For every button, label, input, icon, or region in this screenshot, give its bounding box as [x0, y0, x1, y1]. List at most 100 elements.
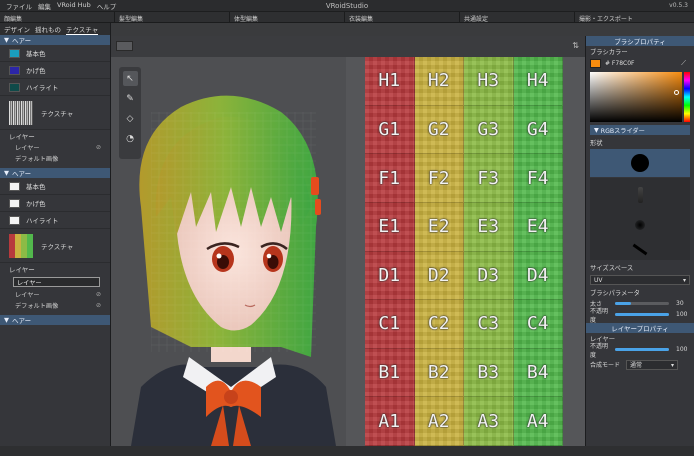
brush-color-hex[interactable]: # F78C0F: [605, 60, 634, 67]
tab-outfit[interactable]: 衣装編集: [345, 12, 460, 23]
texture-thumbnail[interactable]: [9, 233, 33, 258]
section-header-hair-3[interactable]: ▼ ヘアー: [0, 315, 110, 325]
color-row-shade[interactable]: かげ色: [0, 62, 110, 79]
texture-cell[interactable]: E2: [414, 202, 464, 252]
menu-vroid-hub[interactable]: VRoid Hub: [57, 1, 91, 11]
brush-shape-line-icon[interactable]: [632, 243, 648, 256]
section-header-hair-1[interactable]: ▼ ヘアー: [0, 35, 110, 45]
texture-cell[interactable]: F2: [414, 154, 464, 203]
menu-file[interactable]: ファイル: [6, 1, 32, 11]
blend-mode-select[interactable]: 通常 ▾: [626, 359, 679, 370]
texture-cell[interactable]: A3: [464, 397, 514, 446]
hue-slider[interactable]: [684, 72, 690, 122]
tab-hair[interactable]: 髪型編集: [115, 12, 230, 23]
color-swatch[interactable]: [9, 181, 20, 191]
color-picker[interactable]: [590, 72, 690, 122]
thickness-slider[interactable]: [615, 302, 669, 305]
fill-bucket-icon[interactable]: ◔: [123, 131, 138, 146]
color-swatch[interactable]: [9, 215, 20, 225]
eyedropper-icon[interactable]: ⟋: [681, 59, 686, 68]
texture-cell[interactable]: C4: [513, 300, 563, 349]
texture-cell[interactable]: A2: [414, 397, 464, 446]
saturation-value-area[interactable]: [590, 72, 682, 122]
texture-cell[interactable]: H3: [464, 57, 514, 106]
texture-row[interactable]: テクスチャ: [0, 229, 110, 263]
layer-item[interactable]: レイヤー ⊘: [0, 142, 110, 153]
color-row-highlight[interactable]: ハイライト: [0, 79, 110, 96]
texture-cell[interactable]: E3: [464, 202, 514, 252]
tab-design[interactable]: デザイン: [4, 24, 30, 34]
texture-cell[interactable]: H2: [414, 57, 464, 106]
model-viewport[interactable]: [111, 57, 346, 446]
texture-cell[interactable]: G4: [513, 105, 563, 155]
eye-hidden-icon[interactable]: ⊘: [96, 302, 101, 309]
rgb-slider-toggle[interactable]: ▼ RGBスライダー: [590, 125, 690, 135]
texture-cell[interactable]: D2: [414, 251, 464, 301]
cursor-icon[interactable]: ↖: [122, 71, 138, 86]
texture-cell[interactable]: C2: [414, 300, 464, 349]
texture-cell[interactable]: F1: [365, 154, 415, 203]
pen-icon[interactable]: ✎: [123, 91, 138, 106]
texture-cell[interactable]: H4: [513, 57, 563, 106]
texture-cell[interactable]: A4: [513, 397, 563, 446]
layer-item[interactable]: デフォルト画像 ⊘: [0, 300, 110, 311]
texture-cell[interactable]: E1: [365, 202, 415, 252]
texture-cell[interactable]: B1: [365, 348, 415, 398]
layer-opacity-value[interactable]: 100: [676, 346, 687, 353]
texture-cell[interactable]: D3: [464, 251, 514, 301]
texture-cell[interactable]: F3: [464, 154, 514, 203]
section-header-hair-2[interactable]: ▼ ヘアー: [0, 168, 110, 178]
texture-cell[interactable]: B4: [513, 348, 563, 398]
color-row-highlight[interactable]: ハイライト: [0, 212, 110, 229]
tab-face[interactable]: 顔編集: [0, 12, 115, 23]
tab-common-settings[interactable]: 共通設定: [460, 12, 575, 23]
texture-row[interactable]: テクスチャ: [0, 96, 110, 130]
texture-cell[interactable]: G3: [464, 105, 514, 155]
opacity-value[interactable]: 100: [676, 311, 687, 318]
texture-cell[interactable]: D1: [365, 251, 415, 301]
color-row-shade[interactable]: かげ色: [0, 195, 110, 212]
eye-hidden-icon[interactable]: ⊘: [96, 144, 101, 151]
texture-cell[interactable]: A1: [365, 397, 415, 446]
tab-body[interactable]: 体型編集: [230, 12, 345, 23]
tab-export[interactable]: 撮影・エクスポート: [575, 12, 694, 23]
texture-canvas[interactable]: H1 H2 H3 H4 G1 G2 G3 G4 F1 F2 F3 F4 E1 E2 E3 E4 D1 D2 D3 D4…: [365, 57, 563, 446]
color-cursor[interactable]: [674, 90, 679, 95]
texture-thumbnail[interactable]: [9, 100, 33, 125]
texture-cell[interactable]: H1: [365, 57, 415, 106]
thickness-value[interactable]: 30: [676, 300, 684, 307]
texture-cell[interactable]: G2: [414, 105, 464, 155]
menu-help[interactable]: ヘルプ: [97, 1, 117, 11]
brush-shape-airbrush-icon[interactable]: [635, 220, 645, 231]
layer-opacity-slider[interactable]: [615, 348, 669, 351]
texture-cell[interactable]: F4: [513, 154, 563, 203]
texture-cell[interactable]: B2: [414, 348, 464, 398]
color-swatch[interactable]: [9, 48, 20, 58]
layer-item[interactable]: デフォルト画像: [0, 153, 110, 164]
texture-cell[interactable]: C3: [464, 300, 514, 349]
brush-shape-list[interactable]: [590, 178, 690, 260]
opacity-slider[interactable]: [615, 313, 669, 316]
layer-name-input[interactable]: レイヤー: [13, 277, 100, 287]
texture-cell[interactable]: B3: [464, 348, 514, 398]
brush-color-swatch[interactable]: [590, 58, 601, 68]
tab-physics[interactable]: 揺れもの: [35, 24, 61, 34]
color-row-base[interactable]: 基本色: [0, 178, 110, 195]
texture-cell[interactable]: C1: [365, 300, 415, 349]
tab-texture[interactable]: テクスチャ: [66, 24, 99, 35]
menu-edit[interactable]: 編集: [38, 1, 51, 11]
texture-cell[interactable]: E4: [513, 202, 563, 252]
brush-shape-soft-icon[interactable]: [637, 186, 643, 203]
brush-shape-selected[interactable]: [590, 149, 690, 177]
texture-cell[interactable]: D4: [513, 251, 563, 301]
view-dropdown[interactable]: [116, 41, 133, 51]
color-swatch[interactable]: [9, 198, 20, 208]
eraser-icon[interactable]: ◇: [123, 111, 138, 126]
color-swatch[interactable]: [9, 82, 20, 92]
flip-icon[interactable]: ⇅: [572, 41, 579, 50]
eye-hidden-icon[interactable]: ⊘: [96, 291, 101, 298]
layer-item[interactable]: レイヤー ⊘: [0, 289, 110, 300]
color-row-base[interactable]: 基本色: [0, 45, 110, 62]
texture-cell[interactable]: G1: [365, 105, 415, 155]
color-swatch[interactable]: [9, 65, 20, 75]
